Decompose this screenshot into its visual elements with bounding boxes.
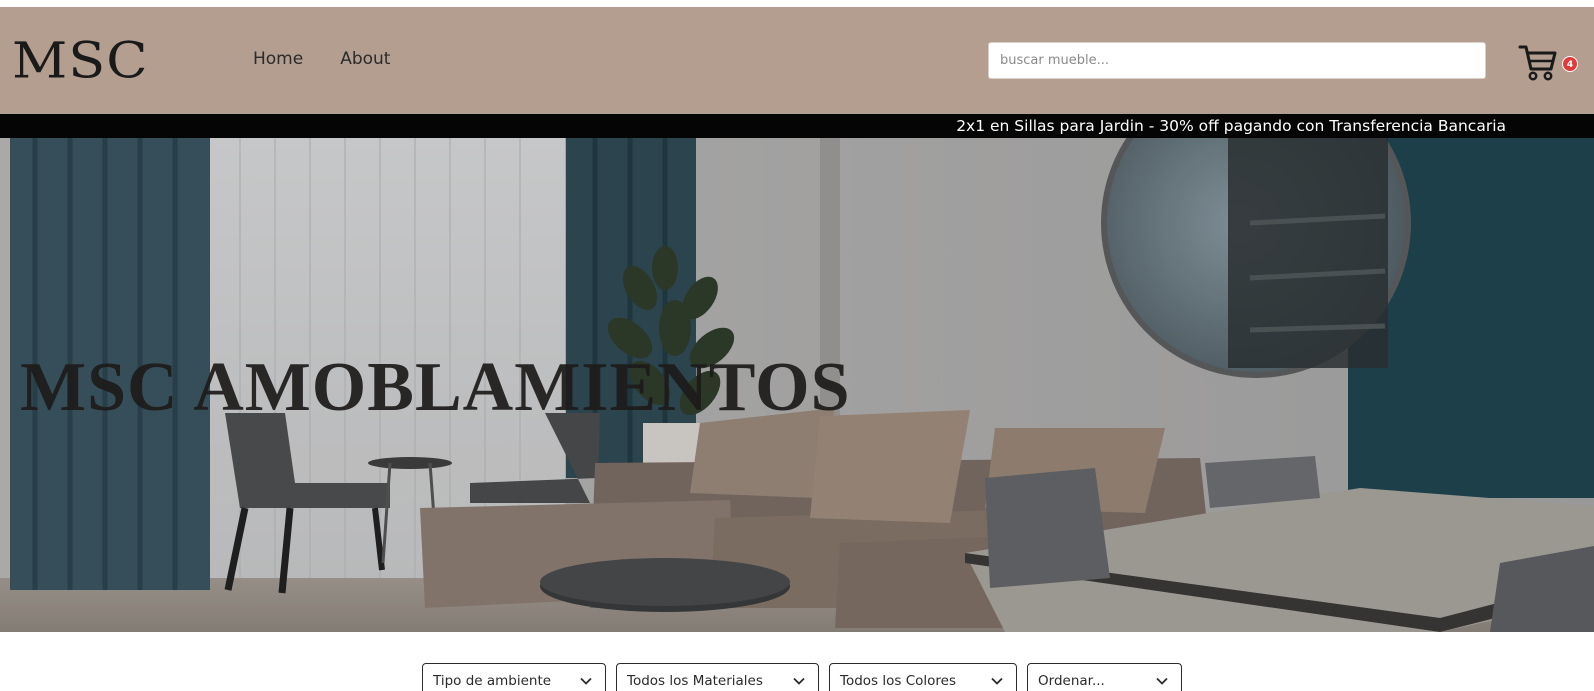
chevron-down-icon [991, 677, 1003, 685]
filter-room-type-label: Tipo de ambiente [433, 673, 552, 689]
nav-link-home[interactable]: Home [253, 49, 303, 69]
navbar: MSC Home About 4 [0, 7, 1594, 114]
filter-sort-label: Ordenar... [1038, 673, 1105, 689]
cart-count-badge: 4 [1562, 56, 1578, 72]
promo-text: 2x1 en Sillas para Jardin - 30% off paga… [956, 117, 1506, 135]
cart-button[interactable]: 4 [1518, 42, 1578, 86]
promo-banner: 2x1 en Sillas para Jardin - 30% off paga… [0, 114, 1594, 138]
filter-sort[interactable]: Ordenar... [1027, 663, 1182, 691]
filter-colors[interactable]: Todos los Colores [829, 663, 1017, 691]
chevron-down-icon [580, 677, 592, 685]
filter-materials-label: Todos los Materiales [627, 673, 763, 689]
nav-link-about[interactable]: About [340, 49, 390, 69]
chevron-down-icon [793, 677, 805, 685]
shopping-cart-icon [1518, 45, 1557, 81]
filter-materials[interactable]: Todos los Materiales [616, 663, 819, 691]
main-nav: Home About [253, 49, 390, 69]
top-strip [0, 0, 1594, 7]
search-input[interactable] [988, 42, 1486, 79]
filter-room-type[interactable]: Tipo de ambiente [422, 663, 606, 691]
filter-colors-label: Todos los Colores [840, 673, 956, 689]
hero-title: MSC AMOBLAMIENTOS [20, 349, 851, 426]
site-logo[interactable]: MSC [12, 32, 149, 91]
chevron-down-icon [1156, 677, 1168, 685]
filter-bar: Tipo de ambiente Todos los Materiales To… [422, 663, 1182, 691]
hero-banner: MSC AMOBLAMIENTOS [0, 138, 1594, 632]
